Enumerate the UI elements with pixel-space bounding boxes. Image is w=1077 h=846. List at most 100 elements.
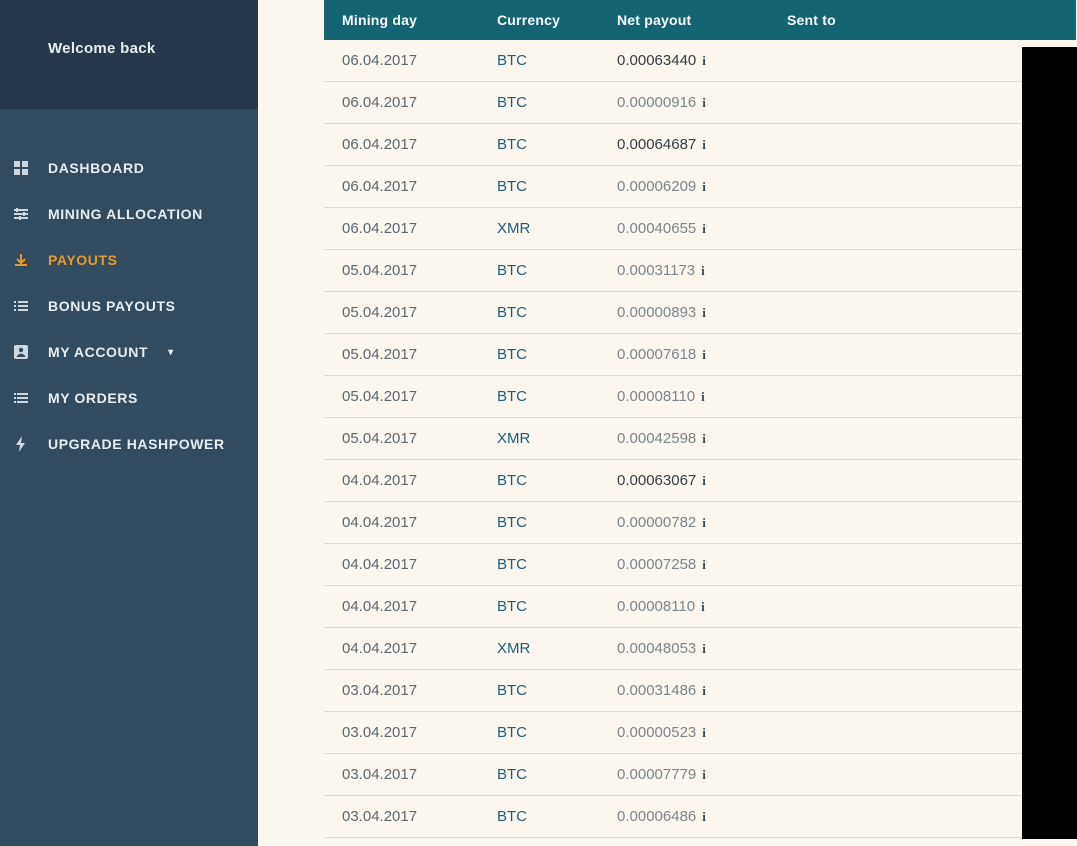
cell-net-payout: 0.00031486 i [599,670,769,712]
info-icon[interactable]: i [702,683,706,699]
net-payout-value: 0.00063440 [617,52,696,69]
cell-currency[interactable]: BTC [479,502,599,544]
net-payout-value: 0.00000523 [617,724,696,741]
sidebar-item-bonus-payouts[interactable]: BONUS PAYOUTS [0,283,258,329]
bolt-icon [12,435,30,453]
table-row: 05.04.2017BTC0.00031173i [324,250,1076,292]
cell-currency[interactable]: XMR [479,628,599,670]
cell-currency[interactable]: BTC [479,670,599,712]
info-icon[interactable]: i [702,767,706,783]
sidebar-item-upgrade-hashpower[interactable]: UPGRADE HASHPOWER [0,421,258,467]
cell-currency[interactable]: XMR [479,208,599,250]
sidebar-item-mining-allocation[interactable]: MINING ALLOCATION [0,191,258,237]
table-row: 04.04.2017BTC 0.00063067 i [324,460,1076,502]
dashboard-icon [12,159,30,177]
info-icon[interactable]: i [702,473,706,489]
cell-currency[interactable]: BTC [479,124,599,166]
info-icon[interactable]: i [702,137,706,153]
cell-mining-day: 04.04.2017 [324,628,479,670]
chevron-down-icon: ▾ [168,347,174,358]
info-icon[interactable]: i [702,431,706,447]
cell-net-payout: 0.00042598i [599,418,769,460]
cell-net-payout: 0.00007258i [599,544,769,586]
net-payout-value: 0.00000916 [617,94,696,111]
info-icon[interactable]: i [702,557,706,573]
table-row: 04.04.2017XMR0.00048053i [324,628,1076,670]
cell-currency[interactable]: BTC [479,754,599,796]
table-header: Mining day Currency Net payout Sent to [324,0,1076,40]
header-currency[interactable]: Currency [479,0,599,40]
sidebar-item-dashboard[interactable]: DASHBOARD [0,145,258,191]
sidebar-item-my-orders[interactable]: MY ORDERS [0,375,258,421]
cell-mining-day: 06.04.2017 [324,208,479,250]
info-icon[interactable]: i [701,389,705,405]
info-icon[interactable]: i [702,809,706,825]
cell-currency[interactable]: BTC [479,40,599,82]
cell-mining-day: 05.04.2017 [324,292,479,334]
sidebar-item-label: MY ORDERS [48,390,138,406]
cell-net-payout: 0.00031173i [599,250,769,292]
cell-currency[interactable]: BTC [479,250,599,292]
cell-currency[interactable]: BTC [479,586,599,628]
cell-currency[interactable]: BTC [479,376,599,418]
cell-net-payout: 0.00000916 i [599,82,769,124]
cell-net-payout: 0.00008110 i [599,376,769,418]
cell-currency[interactable]: XMR [479,418,599,460]
cell-currency[interactable]: BTC [479,796,599,838]
info-icon[interactable]: i [701,599,705,615]
info-icon[interactable]: i [702,641,706,657]
table-row: 03.04.2017BTC0.00007779i [324,754,1076,796]
header-mining-day[interactable]: Mining day [324,0,479,40]
cell-currency[interactable]: BTC [479,544,599,586]
sidebar-nav: DASHBOARD MINING ALLOCATIONPAYOUTS BONUS P… [0,109,258,467]
cell-net-payout: 0.00000523 i [599,712,769,754]
net-payout-value: 0.00008110 [617,388,695,405]
app-root: Welcome back DASHBOARDMINING ALLOCATIONP… [0,0,1077,846]
header-net-payout[interactable]: Net payout [599,0,769,40]
cell-net-payout: 0.00048053i [599,628,769,670]
table-row: 05.04.2017XMR0.00042598i [324,418,1076,460]
table-row: 05.04.2017BTC0.00007618i [324,334,1076,376]
table-body: 06.04.2017BTC0.00063440i06.04.2017BTC0.0… [324,40,1076,838]
sidebar-item-label: DASHBOARD [48,160,144,176]
info-icon[interactable]: i [702,221,706,237]
cell-net-payout: 0.00040655i [599,208,769,250]
table-row: 06.04.2017BTC 0.00063440 i [324,40,1076,82]
info-icon[interactable]: i [702,725,706,741]
net-payout-value: 0.00063067 [617,472,696,489]
sidebar-item-label: BONUS PAYOUTS [48,298,176,314]
info-icon[interactable]: i [702,305,706,321]
cell-currency[interactable]: BTC [479,166,599,208]
cell-mining-day: 03.04.2017 [324,754,479,796]
cell-mining-day: 04.04.2017 [324,460,479,502]
payouts-table: Mining day Currency Net payout Sent to 0… [324,0,1076,838]
header-sent-to[interactable]: Sent to [769,0,1076,40]
net-payout-value: 0.00006209 [617,178,696,195]
cell-currency[interactable]: BTC [479,82,599,124]
net-payout-value: 0.00000782 [617,514,696,531]
info-icon[interactable]: i [702,347,706,363]
info-icon[interactable]: i [702,95,706,111]
cell-net-payout: 0.00008110i [599,586,769,628]
cell-mining-day: 06.04.2017 [324,40,479,82]
cell-currency[interactable]: BTC [479,334,599,376]
cell-mining-day: 05.04.2017 [324,250,479,292]
info-icon[interactable]: i [701,263,705,279]
cell-mining-day: 05.04.2017 [324,418,479,460]
table-row: 06.04.2017BTC0.00064687i [324,124,1076,166]
cell-mining-day: 04.04.2017 [324,502,479,544]
cell-currency[interactable]: BTC [479,712,599,754]
info-icon[interactable]: i [702,179,706,195]
cell-currency[interactable]: BTC [479,460,599,502]
cell-mining-day: 06.04.2017 [324,82,479,124]
cell-mining-day: 04.04.2017 [324,586,479,628]
sidebar-item-my-account[interactable]: MY ACCOUNT▾ [0,329,258,375]
cell-currency[interactable]: BTC [479,292,599,334]
table-row: 06.04.2017XMR0.00040655i [324,208,1076,250]
sidebar: Welcome back DASHBOARDMINING ALLOCATIONP… [0,0,258,846]
cell-mining-day: 03.04.2017 [324,670,479,712]
net-payout-value: 0.00031486 [617,682,696,699]
sidebar-item-payouts[interactable]: PAYOUTS [0,237,258,283]
info-icon[interactable]: i [702,53,706,69]
info-icon[interactable]: i [702,515,706,531]
